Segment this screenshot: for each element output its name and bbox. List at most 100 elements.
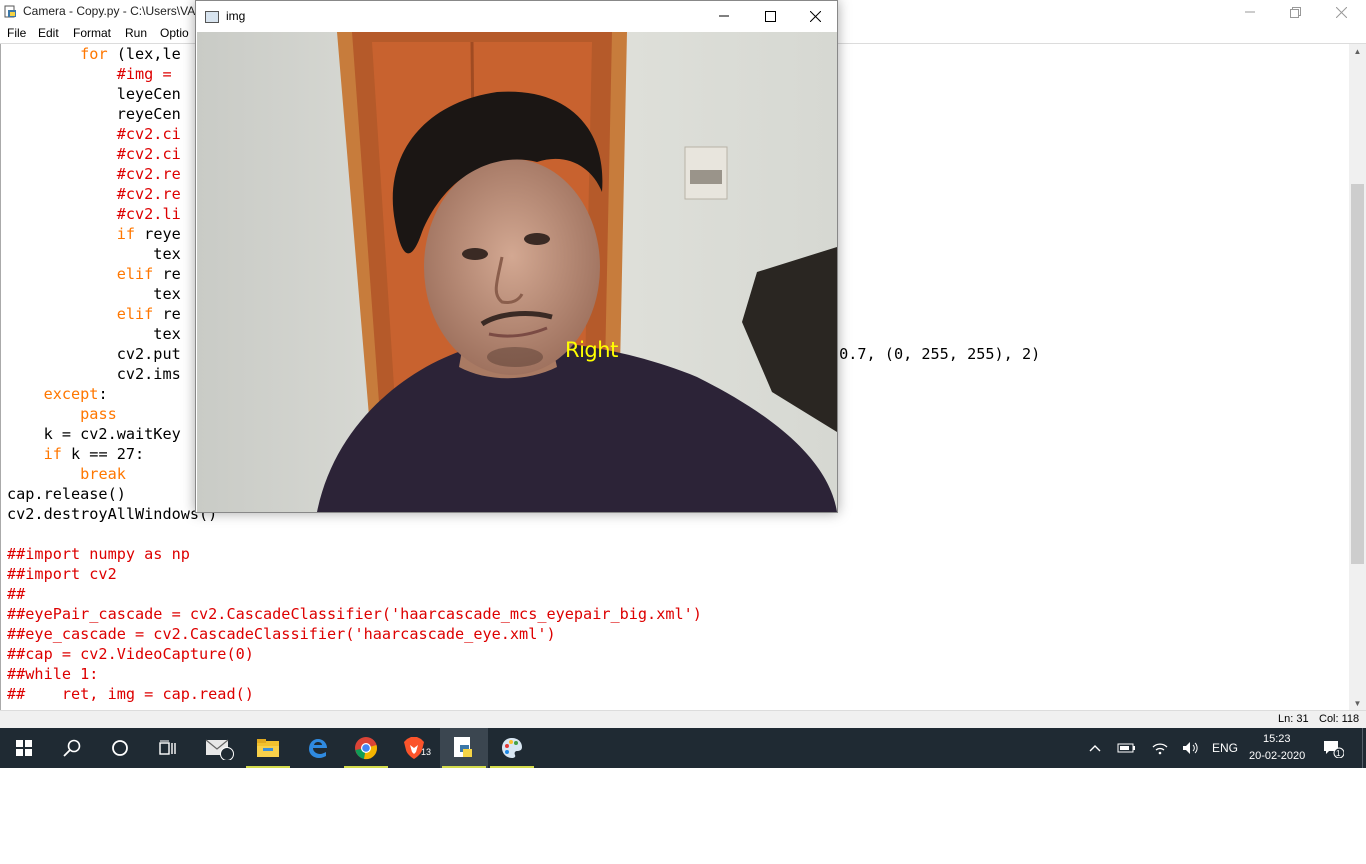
code-line[interactable]: reyeCen bbox=[7, 104, 181, 124]
code-token: ##import cv2 bbox=[7, 565, 117, 583]
search-button[interactable] bbox=[48, 728, 96, 768]
code-token: break bbox=[80, 465, 126, 483]
code-line[interactable]: ##cap = cv2.VideoCapture(0) bbox=[7, 644, 254, 664]
code-line[interactable]: pass bbox=[7, 404, 117, 424]
taskbar-file-explorer[interactable] bbox=[244, 728, 292, 768]
code-token: except bbox=[43, 385, 99, 403]
menu-file[interactable]: File bbox=[7, 26, 26, 40]
code-line[interactable]: ##import cv2 bbox=[7, 564, 117, 584]
code-token: leyeCen bbox=[7, 85, 181, 103]
code-token: reyeCen bbox=[7, 105, 181, 123]
code-token: #cv2.li bbox=[116, 205, 181, 223]
img-close-button[interactable] bbox=[792, 1, 838, 31]
minimize-button[interactable] bbox=[1227, 0, 1273, 24]
scroll-up-icon[interactable]: ▲ bbox=[1349, 44, 1366, 58]
code-line[interactable]: if k == 27: bbox=[7, 444, 145, 464]
code-token: cv2.ims bbox=[7, 365, 181, 383]
cortana-icon bbox=[112, 740, 128, 756]
code-line[interactable]: elif re bbox=[7, 264, 181, 284]
code-token: k == 27: bbox=[61, 445, 145, 463]
code-line[interactable]: tex bbox=[7, 244, 180, 264]
code-line[interactable]: #cv2.ci bbox=[7, 124, 181, 144]
code-line[interactable]: k = cv2.waitKey bbox=[7, 424, 181, 444]
code-token: #cv2.re bbox=[116, 185, 181, 203]
code-line[interactable]: tex bbox=[7, 324, 180, 344]
code-token: ##import numpy as np bbox=[7, 545, 190, 563]
menu-format[interactable]: Format bbox=[73, 26, 111, 40]
code-line[interactable]: ##eye_cascade = cv2.CascadeClassifier('h… bbox=[7, 624, 556, 644]
code-line[interactable]: cv2.ims bbox=[7, 364, 181, 384]
python-idle-icon bbox=[454, 737, 472, 757]
scroll-down-icon[interactable]: ▼ bbox=[1349, 696, 1366, 710]
code-line[interactable]: leyeCen bbox=[7, 84, 181, 104]
start-button[interactable] bbox=[0, 728, 48, 768]
menu-options[interactable]: Optio bbox=[160, 26, 189, 40]
taskbar-mail[interactable]: 13 bbox=[196, 728, 431, 768]
speaker-icon bbox=[1183, 742, 1198, 754]
volume-button[interactable] bbox=[1176, 728, 1206, 768]
code-line[interactable]: ##while 1: bbox=[7, 664, 98, 684]
img-minimize-button[interactable] bbox=[701, 1, 747, 31]
img-titlebar[interactable]: img bbox=[196, 1, 837, 31]
code-line[interactable]: elif re bbox=[7, 304, 181, 324]
code-line[interactable]: #cv2.re bbox=[7, 184, 181, 204]
network-button[interactable] bbox=[1146, 728, 1174, 768]
code-line[interactable]: cv2.destroyAllWindows() bbox=[7, 504, 217, 524]
code-line[interactable]: tex bbox=[7, 284, 181, 304]
code-line[interactable]: if reye bbox=[7, 224, 181, 244]
close-button[interactable] bbox=[1318, 0, 1364, 24]
taskbar-chrome[interactable] bbox=[342, 728, 390, 768]
chevron-up-icon bbox=[1089, 745, 1101, 752]
show-desktop-button[interactable] bbox=[1362, 728, 1366, 768]
cortana-button[interactable] bbox=[96, 728, 144, 768]
taskbar-python-idle[interactable] bbox=[440, 728, 488, 768]
task-view-button[interactable] bbox=[144, 728, 192, 768]
battery-icon bbox=[1117, 743, 1135, 753]
taskbar-brave[interactable] bbox=[390, 728, 438, 768]
code-line[interactable]: ## ret, img = cap.read() bbox=[7, 684, 254, 704]
code-line[interactable]: #cv2.li bbox=[7, 204, 181, 224]
python-file-icon bbox=[4, 5, 16, 18]
code-line[interactable]: ##import numpy as np bbox=[7, 544, 190, 564]
search-icon bbox=[63, 739, 81, 757]
code-line[interactable]: cap.release() bbox=[7, 484, 126, 504]
minimize-icon bbox=[719, 15, 729, 17]
clock-date[interactable]: 20-02-2020 bbox=[1249, 750, 1305, 762]
menu-run[interactable]: Run bbox=[125, 26, 147, 40]
code-line[interactable]: #cv2.ci bbox=[7, 144, 181, 164]
code-token: tex bbox=[7, 285, 181, 303]
action-center-button[interactable]: 1 bbox=[1316, 728, 1350, 768]
status-bar: Ln: 31 Col: 118 bbox=[0, 710, 1366, 729]
column-number: Col: 118 bbox=[1319, 713, 1360, 725]
battery-button[interactable] bbox=[1112, 728, 1142, 768]
scrollbar-thumb[interactable] bbox=[1351, 184, 1364, 564]
taskbar-paint[interactable] bbox=[488, 728, 536, 768]
minimize-icon bbox=[1245, 11, 1255, 13]
code-line[interactable]: ## bbox=[7, 584, 25, 604]
line-number: Ln: 31 bbox=[1278, 713, 1309, 725]
code-line[interactable]: break bbox=[7, 464, 126, 484]
brave-icon bbox=[404, 737, 424, 759]
wifi-icon bbox=[1152, 743, 1168, 755]
restore-button[interactable] bbox=[1272, 0, 1318, 24]
code-token: for bbox=[80, 45, 108, 63]
img-maximize-button[interactable] bbox=[747, 1, 793, 31]
code-line[interactable]: #img = bbox=[7, 64, 181, 84]
code-line[interactable]: ##eyePair_cascade = cv2.CascadeClassifie… bbox=[7, 604, 702, 624]
code-token: cv2.put bbox=[7, 345, 181, 363]
code-line[interactable]: for (lex,le bbox=[7, 44, 181, 64]
code-line[interactable]: #cv2.re bbox=[7, 164, 181, 184]
vertical-scrollbar[interactable]: ▲ ▼ bbox=[1349, 44, 1366, 710]
language-indicator[interactable]: ENG bbox=[1212, 741, 1238, 755]
taskbar-edge[interactable] bbox=[294, 728, 342, 768]
menu-edit[interactable]: Edit bbox=[38, 26, 59, 40]
show-hidden-icons-button[interactable] bbox=[1082, 728, 1108, 768]
code-token: (lex,le bbox=[107, 45, 181, 63]
code-line[interactable]: except: bbox=[7, 384, 108, 404]
clock-time[interactable]: 15:23 bbox=[1263, 733, 1291, 745]
